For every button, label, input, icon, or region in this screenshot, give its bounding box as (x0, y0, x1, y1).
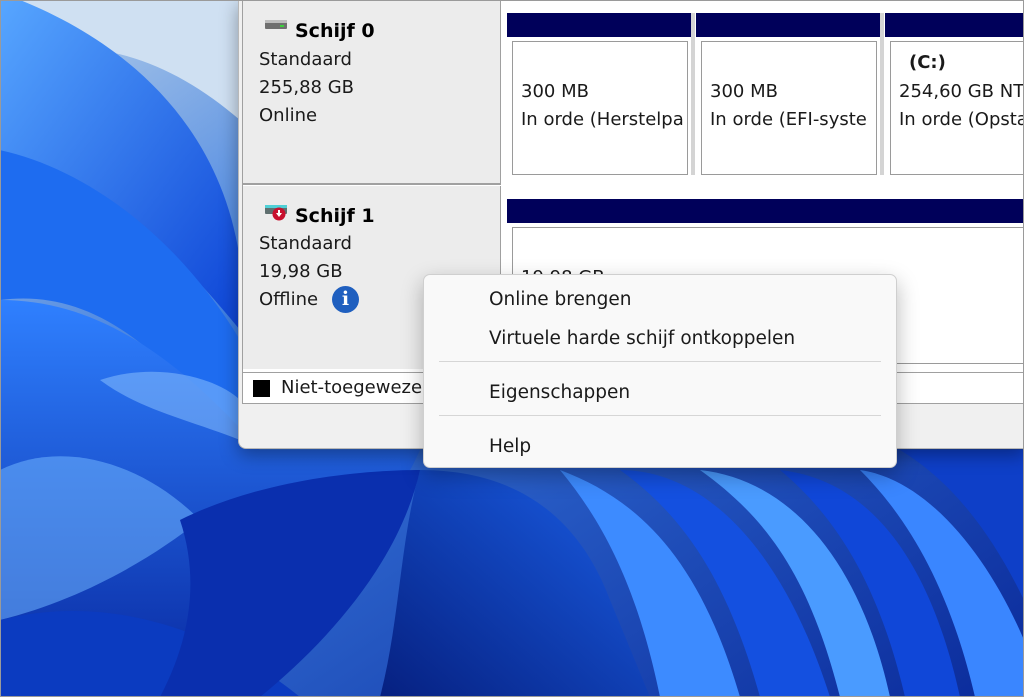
partition-separator (691, 13, 695, 175)
unallocated-swatch (253, 380, 270, 397)
partition-box: 300 MB In orde (Herstelpa (512, 41, 688, 175)
info-icon[interactable]: i (332, 286, 359, 313)
partition-status: In orde (Herstelpa (521, 109, 684, 130)
partition-separator (880, 13, 884, 175)
disk-0-type: Standaard (259, 49, 352, 70)
disk-0-status: Online (259, 105, 318, 126)
partition-c[interactable]: (C:) 254,60 GB NT In orde (Opsta (885, 0, 1024, 181)
partition-box: 300 MB In orde (EFI-syste (701, 41, 877, 175)
disk-0-name: Schijf 0 (295, 20, 375, 42)
menu-item-online-brengen[interactable]: Online brengen (428, 283, 892, 317)
menu-separator (439, 361, 881, 362)
partition-size: 300 MB (710, 81, 778, 102)
partition-status: In orde (Opsta (899, 109, 1024, 130)
disk-0-info[interactable]: Schijf 0 Standaard 255,88 GB Online (243, 0, 501, 185)
partition-label: (C:) (909, 52, 946, 73)
menu-item-help[interactable]: Help (428, 430, 892, 464)
disk-1-status: Offline (259, 289, 319, 310)
partition-bar (507, 13, 693, 37)
partition-size: 300 MB (521, 81, 589, 102)
partition-bar (507, 199, 1024, 223)
menu-item-detach-vhd[interactable]: Virtuele harde schijf ontkoppelen (428, 322, 892, 356)
partition-size: 254,60 GB NT (899, 81, 1024, 102)
disk-0-size: 255,88 GB (259, 77, 355, 98)
disk-icon (265, 20, 287, 29)
partition-recovery[interactable]: 300 MB In orde (Herstelpa (507, 0, 693, 181)
legend-label: Niet-toegewezen (281, 377, 434, 398)
partition-status: In orde (EFI-syste (710, 109, 867, 130)
disk-1-type: Standaard (259, 233, 352, 254)
partition-bar (696, 13, 882, 37)
offline-disk-icon (265, 205, 287, 221)
menu-item-properties[interactable]: Eigenschappen (428, 376, 892, 410)
menu-separator (439, 415, 881, 416)
disk-1-size: 19,98 GB (259, 261, 343, 282)
partition-bar (885, 13, 1024, 37)
disk-1-name: Schijf 1 (295, 205, 375, 227)
partition-efi[interactable]: 300 MB In orde (EFI-syste (696, 0, 882, 181)
context-menu: Online brengen Virtuele harde schijf ont… (423, 274, 897, 468)
disk-0-partitions: 300 MB In orde (Herstelpa 300 MB In orde… (502, 0, 1024, 181)
partition-box: (C:) 254,60 GB NT In orde (Opsta (890, 41, 1024, 175)
